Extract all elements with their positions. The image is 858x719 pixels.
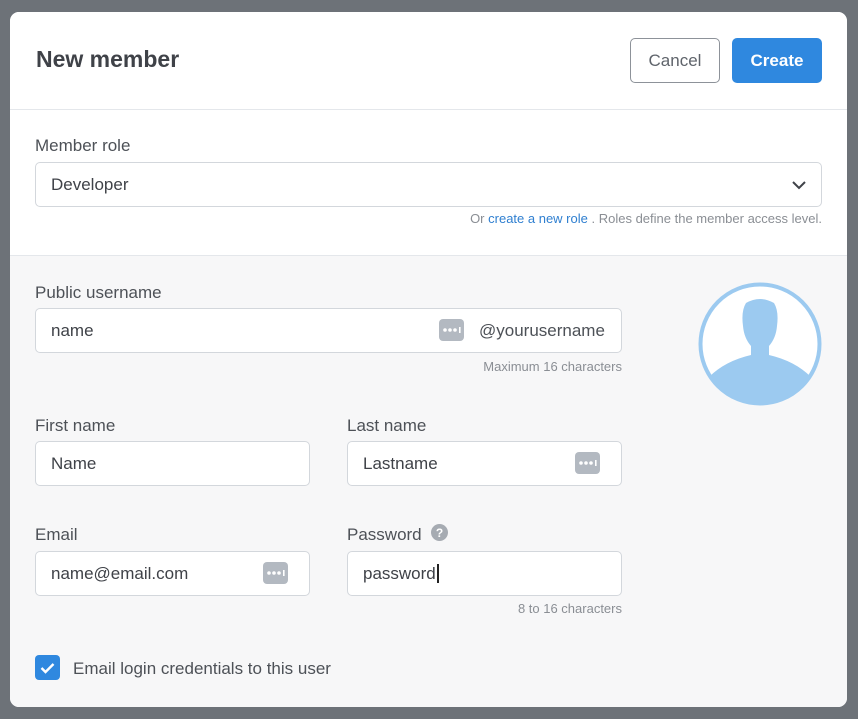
public-username-input[interactable]: name @yourusername [35,308,622,353]
member-details-section: Public username name @yourusername Maxim… [10,256,847,707]
member-role-label: Member role [35,136,131,155]
first-name-label: First name [35,416,116,435]
last-name-value: Lastname [363,453,438,473]
member-role-hint: Or create a new role . Roles define the … [470,211,822,226]
hint-suffix: . Roles define the member access level. [591,211,823,226]
dots-icon[interactable] [575,452,600,474]
help-icon[interactable]: ? [431,524,448,541]
username-suffix: @yourusername [479,321,605,340]
create-button[interactable]: Create [732,38,822,83]
chevron-down-icon [791,177,807,198]
dialog-title: New member [36,46,180,72]
text-cursor [436,564,439,583]
member-role-select[interactable]: Developer [35,162,822,207]
email-input[interactable]: name@email.com [35,551,310,596]
create-new-role-link[interactable]: create a new role [488,211,588,226]
password-input[interactable]: password [347,551,622,596]
hint-prefix: Or [470,211,485,226]
first-name-value: Name [51,453,97,473]
member-role-value: Developer [51,174,129,194]
username-hint: Maximum 16 characters [483,359,622,374]
password-label: Password [347,525,422,544]
email-value: name@email.com [51,563,189,583]
member-role-section: Member role Developer Or create a new ro… [10,110,847,256]
new-member-dialog: New member Cancel Create Member role Dev… [10,12,847,707]
dots-icon[interactable] [439,319,464,341]
public-username-value: name [51,320,94,340]
check-icon [40,662,55,674]
email-credentials-label[interactable]: Email login credentials to this user [73,659,331,679]
avatar-icon[interactable] [697,281,823,412]
last-name-label: Last name [347,416,427,435]
dots-icon[interactable] [263,562,288,584]
dialog-header: New member Cancel Create [10,12,847,110]
password-hint: 8 to 16 characters [517,601,622,616]
last-name-input[interactable]: Lastname [347,441,622,486]
email-credentials-checkbox[interactable] [35,655,60,680]
email-label: Email [35,525,78,544]
public-username-label: Public username [35,283,162,302]
password-value: password [363,563,436,583]
cancel-button[interactable]: Cancel [630,38,720,83]
first-name-input[interactable]: Name [35,441,310,486]
